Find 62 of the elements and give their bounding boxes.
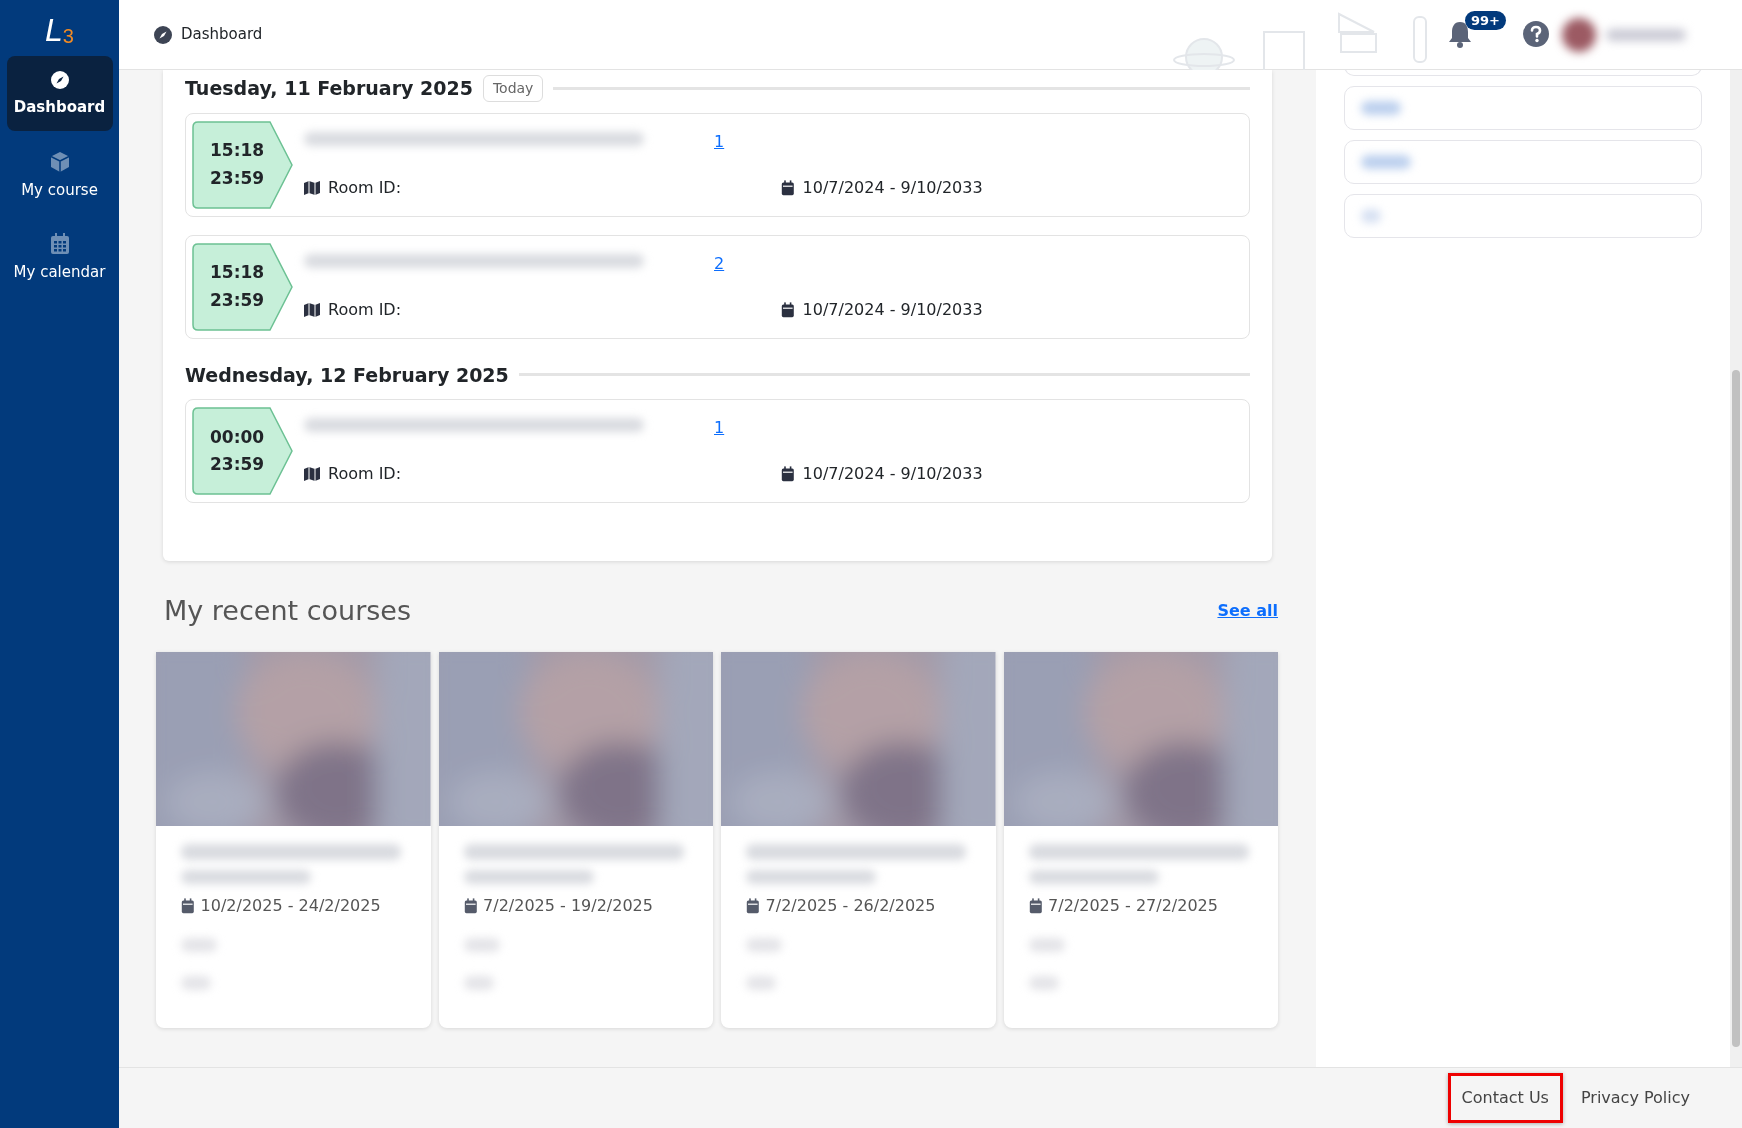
- footer-link[interactable]: Contact Us: [1447, 1073, 1563, 1123]
- date-range: 10/7/2024 - 9/10/2033: [802, 463, 983, 485]
- redacted-text: [1028, 937, 1065, 952]
- map-icon: [304, 302, 320, 317]
- room-label: Room ID:: [328, 463, 402, 485]
- panel-card[interactable]: [1344, 140, 1702, 184]
- day-heading: Tuesday, 11 February 2025: [185, 76, 473, 101]
- map-icon: [304, 180, 320, 195]
- date-range: 10/2/2025 - 24/2/2025: [200, 894, 381, 917]
- end-time: 23:59: [210, 453, 266, 476]
- calendar-icon: [181, 897, 195, 914]
- course-card[interactable]: 7/2/2025 - 27/2/2025: [1003, 651, 1278, 1028]
- day-heading: Wednesday, 12 February 2025: [185, 362, 509, 388]
- course-card[interactable]: 7/2/2025 - 19/2/2025: [438, 651, 713, 1028]
- event-link[interactable]: 2: [714, 253, 725, 273]
- logo[interactable]: L3: [45, 14, 74, 46]
- start-time: 15:18: [210, 139, 266, 163]
- sidebar-item[interactable]: Dashboard: [6, 56, 113, 131]
- event-link[interactable]: 1: [714, 418, 725, 437]
- end-time: 23:59: [210, 288, 266, 312]
- section-title: My recent courses: [164, 594, 412, 628]
- sidebar-item[interactable]: My calendar: [6, 219, 113, 296]
- redacted-text: [463, 937, 500, 952]
- help-icon[interactable]: [1522, 20, 1550, 48]
- today-badge: Today: [482, 74, 544, 102]
- calendar-icon: [463, 897, 478, 914]
- date-range: 10/7/2024 - 9/10/2033: [802, 298, 983, 321]
- see-all-link[interactable]: See all: [1217, 599, 1278, 624]
- panel-card[interactable]: [1344, 194, 1702, 238]
- course-card[interactable]: 7/2/2025 - 26/2/2025: [721, 651, 996, 1028]
- compass-icon: [49, 70, 70, 90]
- bell-icon: [1447, 20, 1473, 48]
- start-time: 00:00: [210, 425, 266, 449]
- date-range: 7/2/2025 - 27/2/2025: [1048, 894, 1218, 917]
- event-card[interactable]: 00:00 23:59 1 Room ID: 10/7/2024 - 9/10/2033: [185, 399, 1250, 503]
- room-label: Room ID:: [328, 298, 402, 321]
- compass-icon: [153, 24, 173, 45]
- cube-icon: [48, 150, 71, 173]
- breadcrumb-text: Dashboard: [181, 24, 263, 46]
- calendar-icon: [746, 897, 760, 914]
- end-time: 23:59: [210, 166, 266, 190]
- event-card[interactable]: 15:18 23:59 1 Room ID: 10/7/2024 - 9/10/2033: [185, 112, 1250, 217]
- scrollbar[interactable]: [1730, 70, 1742, 1067]
- date-range: 7/2/2025 - 19/2/2025: [483, 894, 653, 917]
- sidebar-item[interactable]: My course: [6, 136, 113, 213]
- event-card[interactable]: 15:18 23:59 2 Room ID: 10/7/2024 - 9/10/2033: [185, 234, 1250, 339]
- date-range: 10/7/2024 - 9/10/2033: [802, 176, 983, 199]
- notification-count: 99+: [1465, 11, 1506, 30]
- calendar-icon: [49, 233, 70, 255]
- event-link[interactable]: 1: [714, 131, 725, 151]
- calendar-icon: [781, 301, 795, 318]
- calendar-icon: [781, 179, 795, 196]
- room-label: Room ID:: [328, 176, 402, 199]
- course-card[interactable]: 10/2/2025 - 24/2/2025: [156, 651, 431, 1028]
- panel-card[interactable]: [1344, 86, 1702, 130]
- notification-button[interactable]: [1447, 20, 1473, 48]
- date-range: 7/2/2025 - 26/2/2025: [765, 894, 936, 917]
- footer-link[interactable]: Privacy Policy: [1566, 1073, 1704, 1123]
- start-time: 15:18: [210, 261, 266, 285]
- calendar-icon: [781, 466, 795, 482]
- calendar-icon: [1028, 897, 1043, 914]
- map-icon: [304, 467, 320, 481]
